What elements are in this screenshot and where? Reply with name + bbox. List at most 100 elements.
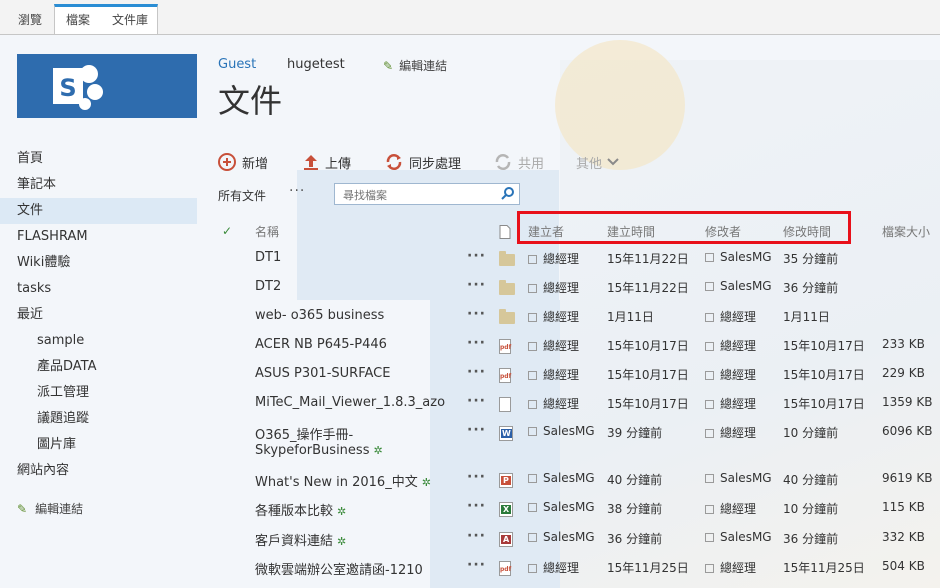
nav-item[interactable]: Wiki體驗 [0,250,197,276]
file-name[interactable]: ASUS P301-SURFACE [255,366,390,381]
item-menu-button[interactable]: ··· [467,306,486,322]
created-time: 15年11月22日 [607,281,689,295]
modified-time: 1月11日 [783,310,830,324]
add-icon [218,153,236,171]
ribbon-bar: 瀏覽 檔案 文件庫 [0,0,940,35]
created-time: 15年10月17日 [607,397,689,411]
table-row[interactable]: O365_操作手冊-SkypeforBusiness✲ ··· SalesMG 39 … [218,422,940,468]
nav-edit-links[interactable]: ✎ 編輯連結 [17,500,83,517]
modified-time: 35 分鐘前 [783,252,839,266]
created-time: 40 分鐘前 [607,473,663,487]
nav-item[interactable]: tasks [0,276,197,302]
sync-button[interactable]: 同步處理 [385,150,461,174]
column-header-name[interactable]: 名稱 [255,218,279,246]
nav-item[interactable]: 圖片庫 [0,432,197,458]
nav-item[interactable]: 筆記本 [0,172,197,198]
column-header-size[interactable]: 檔案大小 [882,218,930,246]
share-button[interactable]: 共用 [494,150,544,174]
table-row[interactable]: DT2 ··· 總經理 15年11月22日 SalesMG 36 分鐘前 [218,277,940,305]
table-row[interactable]: 微軟雲端辦公室邀請函-1210 ··· 總經理 15年11月25日 總經理 15年11月2… [218,557,940,585]
search-icon[interactable] [501,186,515,200]
tab-library[interactable]: 文件庫 [112,6,148,34]
created-by: 總經理 [528,308,579,325]
sharepoint-logo[interactable]: S [17,54,197,118]
table-row[interactable]: 客戶資料連結✲ ··· SalesMG 36 分鐘前 SalesMG 36 分鐘前 332 … [218,528,940,556]
nav-item[interactable]: 派工管理 [0,380,197,406]
new-item-icon: ✲ [337,535,347,548]
file-name[interactable]: O365_操作手冊- SkypeforBusiness ✲ [255,424,383,458]
created-time: 36 分鐘前 [607,532,663,546]
pdf-file-icon [499,339,511,354]
modified-by: 總經理 [705,500,756,517]
file-name[interactable]: What's New in 2016_中文 ✲ [255,471,431,490]
table-row[interactable]: What's New in 2016_中文✲ ··· SalesMG 40 分鐘前 Sa… [218,469,940,497]
created-by: SalesMG [528,471,595,485]
nav-item[interactable]: 網站內容 [0,458,197,484]
table-row[interactable]: DT1 ··· 總經理 15年11月22日 SalesMG 35 分鐘前 [218,248,940,276]
left-navigation: 首頁 筆記本 文件 FLASHRAM Wiki體驗 tasks 最近 sample 產品DATA… [0,146,197,484]
item-menu-button[interactable]: ··· [467,469,486,485]
user-presence-icon [528,342,537,351]
user-presence-icon [705,342,714,351]
user-presence-icon [528,371,537,380]
tab-files[interactable]: 檔案 [66,6,90,34]
file-size: 504 KB [882,559,925,573]
upload-button[interactable]: 上傳 [303,150,351,174]
new-button[interactable]: 新增 [218,150,268,174]
user-presence-icon [528,533,537,542]
table-row[interactable]: MiTeC_Mail_Viewer_1.8.3_azo ··· 總經理 15年10月1… [218,393,940,421]
view-all-documents[interactable]: 所有文件 [218,187,266,204]
header-edit-links[interactable]: ✎ 編輯連結 [383,57,447,74]
new-item-icon: ✲ [373,444,383,457]
nav-item[interactable]: 首頁 [0,146,197,172]
table-row[interactable]: ASUS P301-SURFACE ··· 總經理 15年10月17日 總經理 15年10… [218,364,940,392]
item-menu-button[interactable]: ··· [467,557,486,573]
file-name[interactable]: web- o365 business [255,308,384,323]
pencil-icon: ✎ [383,59,394,73]
search-input[interactable] [341,185,495,206]
nav-item[interactable]: 議題追蹤 [0,406,197,432]
sync-icon [386,154,402,170]
nav-item[interactable]: 最近 [0,302,197,328]
file-name[interactable]: 各種版本比較 ✲ [255,500,346,519]
file-name[interactable]: ACER NB P645-P446 [255,337,387,352]
nav-item[interactable]: 產品DATA [0,354,197,380]
site-link[interactable]: hugetest [287,57,345,72]
file-name[interactable]: 微軟雲端辦公室邀請函-1210 [255,559,423,578]
modified-time: 36 分鐘前 [783,532,839,546]
guest-link[interactable]: Guest [218,57,256,72]
table-row[interactable]: web- o365 business ··· 總經理 1月11日 總經理 1月11日 [218,306,940,334]
select-all-checkmark-icon[interactable]: ✓ [222,224,232,238]
item-menu-button[interactable]: ··· [467,277,486,293]
created-by: 總經理 [528,279,579,296]
created-time: 15年10月17日 [607,339,689,353]
item-menu-button[interactable]: ··· [467,422,486,438]
folder-file-icon [499,309,515,324]
nav-item[interactable]: sample [0,328,197,354]
user-presence-icon [705,429,714,438]
file-name[interactable]: 客戶資料連結 ✲ [255,530,346,549]
more-button[interactable]: 其他 [576,150,620,174]
tab-browse[interactable]: 瀏覽 [18,6,42,34]
item-menu-button[interactable]: ··· [467,393,486,409]
item-menu-button[interactable]: ··· [467,528,486,544]
nav-item[interactable]: 文件 [0,198,197,224]
view-more-button[interactable]: ··· [289,183,305,199]
file-size: 233 KB [882,337,925,351]
item-menu-button[interactable]: ··· [467,364,486,380]
modified-time: 40 分鐘前 [783,473,839,487]
nav-item[interactable]: FLASHRAM [0,224,197,250]
file-type-header-icon [499,225,511,239]
file-name[interactable]: DT1 [255,250,281,265]
table-row[interactable]: ACER NB P645-P446 ··· 總經理 15年10月17日 總經理 15年10… [218,335,940,363]
item-menu-button[interactable]: ··· [467,248,486,264]
item-menu-button[interactable]: ··· [467,498,486,514]
file-name[interactable]: DT2 [255,279,281,294]
table-row[interactable]: 各種版本比較✲ ··· SalesMG 38 分鐘前 總經理 10 分鐘前 115 KB [218,498,940,526]
item-menu-button[interactable]: ··· [467,335,486,351]
modified-time: 36 分鐘前 [783,281,839,295]
user-presence-icon [528,564,537,573]
file-name[interactable]: MiTeC_Mail_Viewer_1.8.3_azo [255,395,445,410]
created-by: 總經理 [528,395,579,412]
created-by: 總經理 [528,366,579,383]
